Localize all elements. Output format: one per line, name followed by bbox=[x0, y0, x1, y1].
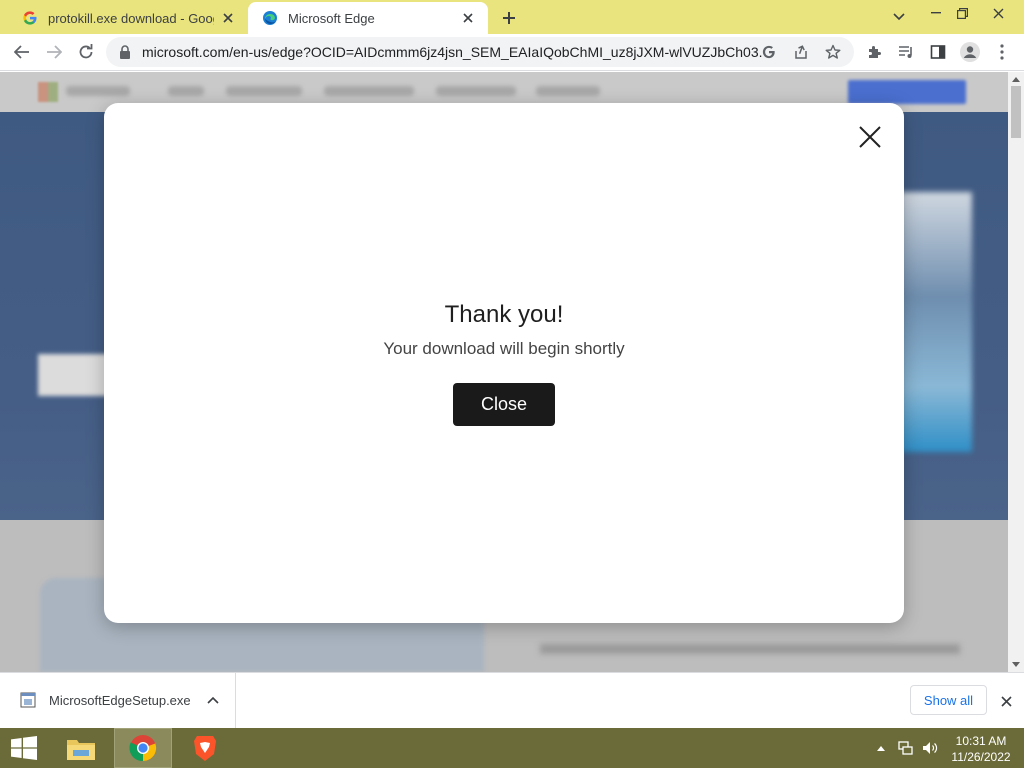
microsoft-logo-icon bbox=[38, 82, 58, 102]
dialog-close-x-icon[interactable] bbox=[856, 123, 884, 151]
exe-file-icon bbox=[20, 692, 36, 708]
blurred-nav-text bbox=[168, 86, 204, 96]
clock-date: 11/26/2022 bbox=[951, 750, 1011, 764]
google-lens-icon[interactable] bbox=[758, 42, 780, 62]
blurred-nav-text bbox=[436, 86, 516, 96]
dialog-subtext: Your download will begin shortly bbox=[383, 339, 625, 358]
blurred-nav-text bbox=[536, 86, 600, 96]
windows-start-icon[interactable] bbox=[0, 728, 48, 768]
download-bar: MicrosoftEdgeSetup.exe Show all bbox=[0, 672, 1024, 729]
blurred-nav-text bbox=[324, 86, 414, 96]
profile-avatar-icon[interactable] bbox=[956, 38, 984, 66]
blurred-nav-button bbox=[848, 80, 966, 104]
reload-icon[interactable] bbox=[72, 38, 100, 66]
google-g-icon bbox=[22, 10, 38, 26]
share-icon[interactable] bbox=[790, 42, 812, 62]
blurred-hero-image bbox=[900, 192, 972, 452]
kebab-menu-icon[interactable] bbox=[988, 38, 1016, 66]
lock-icon[interactable] bbox=[118, 44, 132, 60]
scrollbar-thumb[interactable] bbox=[1011, 86, 1021, 138]
windows-taskbar: 10:31 AM 11/26/2022 bbox=[0, 728, 1024, 768]
chrome-taskbar-icon[interactable] bbox=[114, 728, 172, 768]
blurred-nav-text bbox=[66, 86, 130, 96]
forward-arrow-icon[interactable] bbox=[40, 38, 68, 66]
tab-strip: protokill.exe download - Google Microsof… bbox=[0, 0, 1024, 34]
media-controls-icon[interactable] bbox=[892, 38, 920, 66]
scroll-up-arrow-icon[interactable] bbox=[1008, 72, 1024, 86]
web-page: Thank you! Your download will begin shor… bbox=[0, 72, 1024, 672]
tab-close-icon[interactable] bbox=[218, 8, 238, 28]
network-icon[interactable] bbox=[894, 728, 918, 768]
window-close-icon[interactable] bbox=[982, 0, 1014, 26]
brave-browser-icon[interactable] bbox=[180, 728, 230, 768]
blurred-lower-text bbox=[540, 644, 960, 654]
scroll-down-arrow-icon[interactable] bbox=[1008, 658, 1024, 672]
restore-icon[interactable] bbox=[946, 0, 978, 26]
extensions-puzzle-icon[interactable] bbox=[860, 38, 888, 66]
chevron-up-icon[interactable] bbox=[204, 691, 222, 709]
new-tab-plus-icon[interactable] bbox=[496, 6, 522, 30]
dialog-close-button[interactable]: Close bbox=[453, 383, 555, 426]
tab-microsoft-edge[interactable]: Microsoft Edge bbox=[248, 2, 488, 34]
bookmark-star-icon[interactable] bbox=[822, 42, 844, 62]
dialog-heading: Thank you! bbox=[444, 301, 564, 328]
system-clock[interactable]: 10:31 AM 11/26/2022 bbox=[944, 733, 1018, 765]
download-bar-close-icon[interactable] bbox=[996, 691, 1016, 711]
file-explorer-icon[interactable] bbox=[56, 728, 106, 768]
blurred-nav-text bbox=[226, 86, 302, 96]
side-panel-icon[interactable] bbox=[924, 38, 952, 66]
show-hidden-icons-caret-icon[interactable] bbox=[872, 728, 890, 768]
tab-title: protokill.exe download - Google bbox=[48, 10, 214, 26]
edge-logo-icon bbox=[262, 10, 278, 26]
browser-toolbar: microsoft.com/en-us/edge?OCID=AIDcmmm6jz… bbox=[0, 34, 1024, 71]
download-thank-you-dialog: Thank you! Your download will begin shor… bbox=[104, 103, 904, 623]
page-scrollbar[interactable] bbox=[1008, 72, 1024, 672]
tab-protokill-search[interactable]: protokill.exe download - Google bbox=[8, 2, 248, 34]
tab-search-chevron-icon[interactable] bbox=[886, 6, 912, 28]
show-all-downloads-button[interactable]: Show all bbox=[910, 685, 987, 715]
tab-close-icon[interactable] bbox=[458, 8, 478, 28]
volume-speaker-icon[interactable] bbox=[918, 728, 942, 768]
clock-time: 10:31 AM bbox=[955, 734, 1007, 748]
address-bar[interactable]: microsoft.com/en-us/edge?OCID=AIDcmmm6jz… bbox=[106, 37, 854, 67]
download-item[interactable]: MicrosoftEdgeSetup.exe bbox=[0, 673, 236, 729]
download-filename: MicrosoftEdgeSetup.exe bbox=[49, 693, 191, 708]
back-arrow-icon[interactable] bbox=[8, 38, 36, 66]
url-text[interactable]: microsoft.com/en-us/edge?OCID=AIDcmmm6jz… bbox=[142, 44, 762, 60]
tab-title: Microsoft Edge bbox=[288, 10, 375, 26]
